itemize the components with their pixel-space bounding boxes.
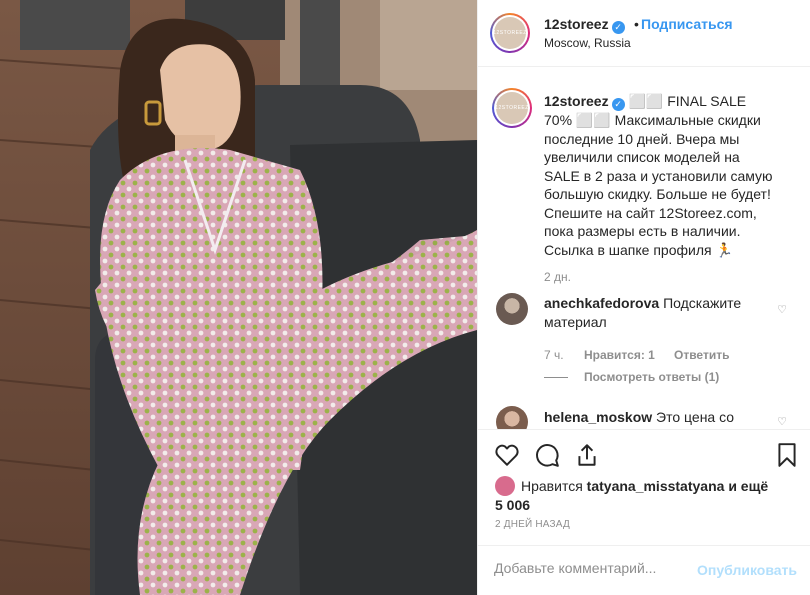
comment-username[interactable]: anechkafedorova [544,295,659,311]
caption-time[interactable]: 2 дн. [544,270,571,284]
heart-icon[interactable] [494,442,520,468]
comment-avatar[interactable] [496,293,528,325]
view-replies-button[interactable]: Посмотреть ответы (1) [544,370,719,384]
post-photo[interactable] [0,0,477,595]
post-actions: Нравится tatyana_misstatyana и ещё 5 006… [478,429,810,545]
follow-button[interactable]: Подписаться [641,16,733,32]
comment-avatar[interactable] [496,406,528,429]
comment-reply-button[interactable]: Ответить [674,348,729,362]
post-sidebar: 12STOREEZ 12storeez ✓ • Подписаться Mosco… [477,0,810,595]
verified-icon: ✓ [611,98,625,111]
comment-username[interactable]: helena_moskow [544,409,652,425]
comment-icon[interactable] [534,442,560,468]
post-image [0,0,477,595]
location-link[interactable]: Moscow, Russia [544,36,631,50]
comment-like-icon[interactable]: ♡ [777,415,787,428]
post-header: 12STOREEZ 12storeez ✓ • Подписаться Mosco… [478,0,810,67]
add-comment-bar: Опубликовать [478,545,810,595]
liker-avatar[interactable] [495,476,515,496]
verified-icon: ✓ [611,21,625,34]
publish-button[interactable]: Опубликовать [697,562,797,578]
caption-avatar[interactable]: 12STOREEZ [492,88,532,128]
comment-likes[interactable]: Нравится: 1 [584,348,655,362]
share-icon[interactable] [574,442,600,468]
comment-item: helena_moskow Это цена со [544,408,764,427]
header-separator: • [634,16,639,32]
profile-avatar[interactable]: 12STOREEZ [490,13,530,53]
bookmark-icon[interactable] [774,442,800,468]
likes-prefix: Нравится [521,478,583,494]
avatar-logo-text: 12STOREEZ [493,30,527,36]
avatar-logo-text: 12STOREEZ [495,105,529,111]
comments-list[interactable]: 12STOREEZ 12storeez ✓ ⬜⬜ FINAL SALE 70% ⬜… [478,68,810,429]
replies-divider [544,377,568,379]
likes-summary: Нравится tatyana_misstatyana и ещё 5 006 [495,476,775,514]
comment-text: Это цена со [656,409,735,425]
view-replies-label: Посмотреть ответы (1) [584,370,720,384]
caption-text: ⬜⬜ FINAL SALE 70% ⬜⬜ Максимальные скидки… [544,93,773,258]
header-username[interactable]: 12storeez ✓ [544,16,625,34]
post-date[interactable]: 2 ДНЕЙ НАЗАД [495,519,570,530]
comment-input[interactable] [494,560,694,576]
caption-username[interactable]: 12storeez [544,93,609,109]
comment-like-icon[interactable]: ♡ [777,303,787,316]
comment-item: anechkafedorova Подскажите материал [544,294,764,331]
liker-username[interactable]: tatyana_misstatyana [587,478,725,494]
caption: 12storeez ✓ ⬜⬜ FINAL SALE 70% ⬜⬜ Максимал… [544,92,774,259]
comment-time[interactable]: 7 ч. [544,348,564,362]
username-link[interactable]: 12storeez [544,16,609,32]
